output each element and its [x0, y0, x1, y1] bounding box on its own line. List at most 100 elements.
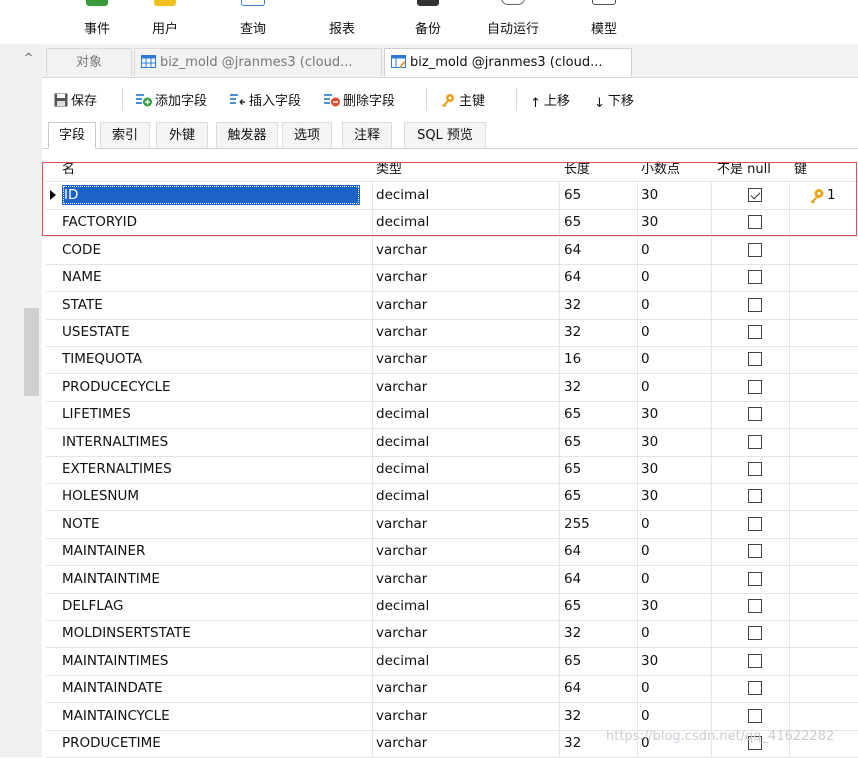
- field-row[interactable]: MAINTAINCYCLE varchar 32 0: [46, 703, 858, 731]
- navigation-scrollbar[interactable]: [24, 308, 39, 396]
- field-type-cell[interactable]: varchar: [376, 703, 427, 730]
- add-field-button[interactable]: 添加字段: [136, 90, 207, 109]
- column-header-length[interactable]: 长度: [564, 158, 590, 181]
- field-type-cell[interactable]: varchar: [376, 620, 427, 647]
- field-name-cell[interactable]: FACTORYID: [62, 209, 137, 236]
- field-decimals-cell[interactable]: 0: [641, 374, 650, 401]
- tab-indexes[interactable]: 索引: [100, 122, 150, 148]
- field-name-cell[interactable]: MAINTAINDATE: [62, 675, 163, 702]
- delete-field-button[interactable]: 删除字段: [324, 90, 395, 109]
- field-type-cell[interactable]: decimal: [376, 401, 429, 428]
- field-row[interactable]: LIFETIMES decimal 65 30: [46, 401, 858, 430]
- field-decimals-cell[interactable]: 30: [641, 182, 658, 209]
- tab-objects[interactable]: 对象: [46, 48, 132, 76]
- field-decimals-cell[interactable]: 30: [641, 648, 658, 675]
- field-length-cell[interactable]: 65: [564, 429, 581, 456]
- column-header-not-null[interactable]: 不是 null: [717, 158, 771, 181]
- field-row[interactable]: NAME varchar 64 0: [46, 264, 858, 293]
- field-row[interactable]: CODE varchar 64 0: [46, 237, 858, 265]
- not-null-checkbox[interactable]: [748, 270, 762, 285]
- field-type-cell[interactable]: decimal: [376, 456, 429, 483]
- field-type-cell[interactable]: varchar: [376, 292, 427, 319]
- field-name-cell[interactable]: DELFLAG: [62, 593, 124, 620]
- field-row[interactable]: INTERNALTIMES decimal 65 30: [46, 429, 858, 457]
- field-type-cell[interactable]: varchar: [376, 319, 427, 346]
- field-type-cell[interactable]: varchar: [376, 374, 427, 401]
- not-null-checkbox[interactable]: [748, 681, 762, 696]
- field-type-cell[interactable]: varchar: [376, 538, 427, 565]
- field-decimals-cell[interactable]: 0: [641, 538, 650, 565]
- field-length-cell[interactable]: 65: [564, 648, 581, 675]
- column-header-name[interactable]: 名: [62, 158, 75, 181]
- not-null-checkbox[interactable]: [748, 242, 762, 257]
- field-row[interactable]: TIMEQUOTA varchar 16 0: [46, 346, 858, 375]
- field-decimals-cell[interactable]: 30: [641, 483, 658, 510]
- field-name-cell[interactable]: STATE: [62, 292, 103, 319]
- collapse-caret-icon[interactable]: ^: [24, 51, 33, 64]
- field-type-cell[interactable]: varchar: [376, 346, 427, 373]
- field-decimals-cell[interactable]: 0: [641, 566, 650, 593]
- field-decimals-cell[interactable]: 30: [641, 209, 658, 236]
- toolbar-backup-button[interactable]: 备份: [393, 0, 463, 44]
- field-length-cell[interactable]: 32: [564, 620, 581, 647]
- field-type-cell[interactable]: decimal: [376, 593, 429, 620]
- field-type-cell[interactable]: varchar: [376, 675, 427, 702]
- field-name-cell[interactable]: INTERNALTIMES: [62, 429, 168, 456]
- field-length-cell[interactable]: 64: [564, 675, 581, 702]
- not-null-checkbox[interactable]: [748, 325, 762, 339]
- tab-options[interactable]: 选项: [282, 122, 332, 148]
- not-null-checkbox[interactable]: [748, 516, 762, 531]
- not-null-checkbox[interactable]: [748, 215, 762, 230]
- toolbar-automation-button[interactable]: 自动运行: [478, 0, 548, 44]
- field-type-cell[interactable]: decimal: [376, 429, 429, 456]
- not-null-checkbox[interactable]: [748, 352, 762, 367]
- field-length-cell[interactable]: 64: [564, 538, 581, 565]
- field-name-cell[interactable]: ID: [62, 182, 360, 209]
- field-type-cell[interactable]: varchar: [376, 264, 427, 291]
- field-row[interactable]: ID decimal 65 30 1: [46, 182, 858, 210]
- tab-biz-mold-design[interactable]: biz_mold @jranmes3 (cloud...: [384, 48, 632, 77]
- toolbar-report-button[interactable]: 报表: [307, 0, 377, 44]
- field-length-cell[interactable]: 64: [564, 237, 581, 264]
- field-row[interactable]: PRODUCECYCLE varchar 32 0: [46, 374, 858, 402]
- tab-sql-preview[interactable]: SQL 预览: [404, 122, 486, 148]
- field-type-cell[interactable]: decimal: [376, 483, 429, 510]
- field-row[interactable]: DELFLAG decimal 65 30: [46, 593, 858, 621]
- field-length-cell[interactable]: 64: [564, 264, 581, 291]
- column-header-decimals[interactable]: 小数点: [641, 158, 680, 181]
- field-decimals-cell[interactable]: 0: [641, 292, 650, 319]
- field-decimals-cell[interactable]: 30: [641, 593, 658, 620]
- field-row[interactable]: STATE varchar 32 0: [46, 292, 858, 320]
- field-name-cell[interactable]: MOLDINSERTSTATE: [62, 620, 191, 647]
- field-type-cell[interactable]: decimal: [376, 182, 429, 209]
- tab-foreign-keys[interactable]: 外键: [156, 122, 208, 148]
- field-name-cell[interactable]: PRODUCETIME: [62, 730, 161, 757]
- toolbar-query-button[interactable]: 查询: [218, 0, 288, 44]
- tab-fields[interactable]: 字段: [48, 122, 96, 149]
- not-null-checkbox[interactable]: [748, 571, 762, 586]
- column-header-key[interactable]: 键: [794, 158, 807, 181]
- field-name-cell[interactable]: HOLESNUM: [62, 483, 139, 510]
- insert-field-button[interactable]: 插入字段: [230, 90, 301, 109]
- field-row[interactable]: USESTATE varchar 32 0: [46, 319, 858, 347]
- field-length-cell[interactable]: 32: [564, 730, 581, 757]
- field-length-cell[interactable]: 32: [564, 703, 581, 730]
- column-header-type[interactable]: 类型: [376, 158, 402, 181]
- not-null-checkbox[interactable]: [748, 462, 762, 476]
- field-name-cell[interactable]: LIFETIMES: [62, 401, 131, 428]
- field-name-cell[interactable]: NAME: [62, 264, 102, 291]
- field-type-cell[interactable]: decimal: [376, 648, 429, 675]
- field-decimals-cell[interactable]: 0: [641, 511, 650, 538]
- field-name-cell[interactable]: USESTATE: [62, 319, 130, 346]
- not-null-checkbox[interactable]: [748, 544, 762, 559]
- toolbar-event-button[interactable]: 事件: [62, 0, 132, 44]
- field-length-cell[interactable]: 16: [564, 346, 581, 373]
- field-row[interactable]: MAINTAINTIME varchar 64 0: [46, 566, 858, 594]
- field-decimals-cell[interactable]: 30: [641, 401, 658, 428]
- field-name-cell[interactable]: EXTERNALTIMES: [62, 456, 172, 483]
- save-button[interactable]: 保存: [54, 90, 97, 109]
- tab-comment[interactable]: 注释: [342, 122, 392, 148]
- field-length-cell[interactable]: 255: [564, 511, 590, 538]
- toolbar-model-button[interactable]: 模型: [569, 0, 639, 44]
- field-row[interactable]: HOLESNUM decimal 65 30: [46, 483, 858, 512]
